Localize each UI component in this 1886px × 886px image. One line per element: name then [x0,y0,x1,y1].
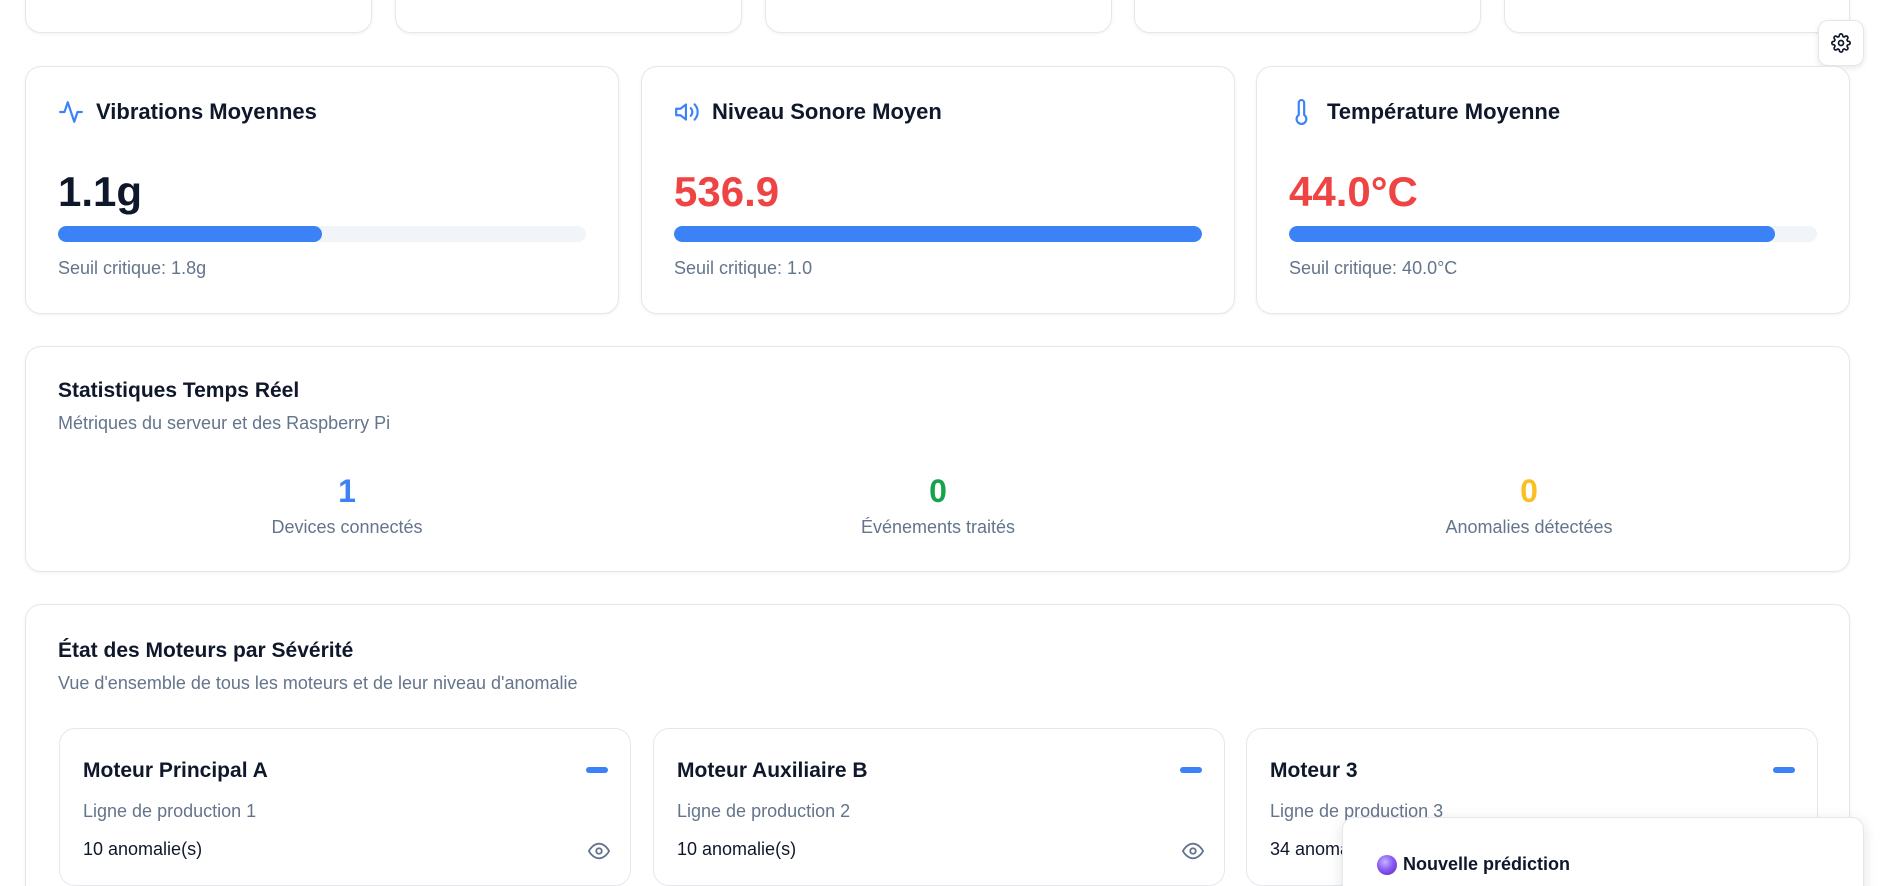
stat-label: Anomalies détectées [1445,517,1613,537]
metric-card-temperature: Température Moyenne 44.0°C Seuil critiqu… [1256,66,1850,314]
metric-header: Niveau Sonore Moyen [674,99,942,125]
realtime-stats-card: Statistiques Temps Réel Métriques du ser… [25,346,1850,572]
metric-progress-fill [1289,226,1775,242]
metric-progress-bar [1289,226,1817,242]
settings-button[interactable] [1818,20,1864,66]
motor-card[interactable]: Moteur Auxiliaire B Ligne de production … [653,728,1225,886]
toast-title: Nouvelle prédiction [1403,854,1571,874]
stat-value: 1 [338,473,356,509]
metric-progress-fill [674,226,1202,242]
top-card-4 [1134,0,1481,33]
activity-icon [59,101,83,123]
severity-indicator [1773,767,1795,773]
metric-title: Niveau Sonore Moyen [712,99,942,124]
stat-events: 0 Événements traités [638,475,1238,538]
motors-title: État des Moteurs par Sévérité [58,639,354,662]
metric-threshold: Seuil critique: 1.8g [58,258,207,278]
stat-value: 0 [929,473,947,509]
stats-subtitle: Métriques du serveur et des Raspberry Pi [58,413,391,433]
metric-threshold: Seuil critique: 40.0°C [1289,258,1458,278]
stat-value: 0 [1520,473,1538,509]
motor-anomaly-count: 10 anomalie(s) [83,839,203,859]
crystal-ball-icon [1377,854,1397,875]
stat-label: Devices connectés [271,517,423,537]
motors-subtitle: Vue d'ensemble de tous les moteurs et de… [58,673,578,693]
eye-icon[interactable] [588,840,610,862]
speaker-icon [675,103,699,121]
metric-progress-bar [674,226,1202,242]
metric-value: 44.0°C [1289,168,1418,215]
top-card-1 [25,0,372,33]
stat-anomalies: 0 Anomalies détectées [1229,475,1829,538]
top-card-5 [1504,0,1850,33]
thermometer-icon [1295,99,1308,125]
stat-label: Événements traités [860,517,1016,537]
motor-name: Moteur Auxiliaire B [677,759,868,782]
metric-header: Vibrations Moyennes [58,99,317,125]
metric-value: 536.9 [674,168,780,215]
motor-line: Ligne de production 2 [677,801,851,821]
metric-header: Température Moyenne [1289,99,1560,125]
metric-card-sound: Niveau Sonore Moyen 536.9 Seuil critique… [641,66,1235,314]
motor-line: Ligne de production 1 [83,801,257,821]
metric-card-vibrations: Vibrations Moyennes 1.1g Seuil critique:… [25,66,619,314]
severity-indicator [586,767,608,773]
metric-progress-fill [58,226,322,242]
gear-icon [1831,33,1851,53]
prediction-toast[interactable]: Nouvelle prédiction [1342,817,1864,886]
metric-title: Température Moyenne [1327,99,1561,124]
motor-name: Moteur Principal A [83,759,268,782]
metric-threshold: Seuil critique: 1.0 [674,258,813,278]
stats-title: Statistiques Temps Réel [58,379,300,402]
metric-title: Vibrations Moyennes [96,99,317,124]
stat-devices: 1 Devices connectés [47,475,647,538]
eye-icon[interactable] [1182,840,1204,862]
toast-header: Nouvelle prédiction [1377,854,1570,875]
top-card-2 [395,0,742,33]
metric-value: 1.1g [58,168,143,215]
motor-card[interactable]: Moteur Principal A Ligne de production 1… [59,728,631,886]
motor-anomaly-count: 10 anomalie(s) [677,839,797,859]
motor-name: Moteur 3 [1270,759,1358,782]
top-card-3 [765,0,1112,33]
severity-indicator [1180,767,1202,773]
metric-progress-bar [58,226,586,242]
